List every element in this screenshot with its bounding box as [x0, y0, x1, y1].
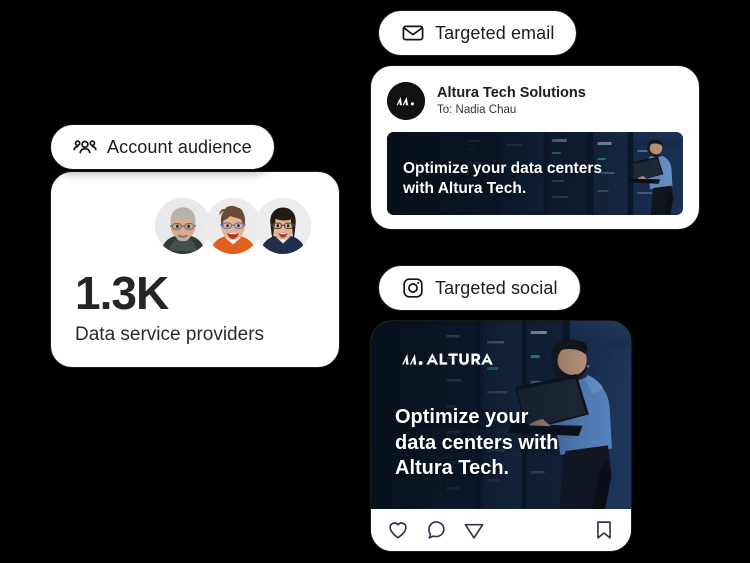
avatar-person-1 [155, 198, 211, 254]
pill-targeted-social[interactable]: Targeted social [378, 265, 581, 311]
avatar-person-3 [255, 198, 311, 254]
social-post-image: Optimize your data centers with Altura T… [371, 321, 631, 511]
social-post-headline: Optimize your data centers with Altura T… [395, 405, 558, 482]
email-recipient: To: Nadia Chau [437, 104, 517, 117]
share-send-icon[interactable] [463, 519, 485, 541]
card-targeted-social: Optimize your data centers with Altura T… [370, 320, 632, 552]
like-heart-icon[interactable] [387, 519, 409, 541]
envelope-icon [401, 21, 425, 45]
bookmark-save-icon[interactable] [593, 519, 615, 541]
comment-bubble-icon[interactable] [425, 519, 447, 541]
social-headline-line1: Optimize your [395, 406, 529, 428]
people-group-icon [73, 135, 97, 159]
pill-account-audience[interactable]: Account audience [50, 124, 275, 170]
email-header: Altura Tech Solutions To: Nadia Chau [387, 82, 586, 120]
metric-label: Data service providers [75, 324, 265, 345]
email-banner-image: Optimize your data centers with Altura T… [387, 132, 683, 215]
composition-stage: Account audience 1.3K Data service provi… [0, 0, 750, 563]
pill-targeted-email-label: Targeted email [435, 22, 555, 43]
email-headline-line1: Optimize your data centers [403, 159, 602, 177]
avatar-group [155, 198, 311, 254]
social-headline-line2: data centers with [395, 431, 559, 454]
pill-targeted-social-label: Targeted social [435, 277, 558, 298]
card-targeted-email: Altura Tech Solutions To: Nadia Chau Opt… [370, 65, 700, 230]
email-headline-line2: with Altura Tech. [403, 179, 527, 197]
metric-value: 1.3K [75, 267, 169, 319]
pill-account-audience-label: Account audience [107, 136, 252, 157]
email-sender-name: Altura Tech Solutions [437, 84, 586, 101]
card-account-audience: 1.3K Data service providers [50, 171, 340, 368]
email-banner-headline: Optimize your data centers with Altura T… [403, 159, 602, 199]
social-headline-line3: Altura Tech. [395, 457, 510, 480]
social-action-bar [371, 509, 631, 551]
avatar-person-2 [205, 198, 261, 254]
instagram-camera-icon [401, 276, 425, 300]
pill-targeted-email[interactable]: Targeted email [378, 10, 578, 56]
altura-wordmark-logo [395, 349, 513, 369]
altura-logo-icon [387, 82, 425, 120]
